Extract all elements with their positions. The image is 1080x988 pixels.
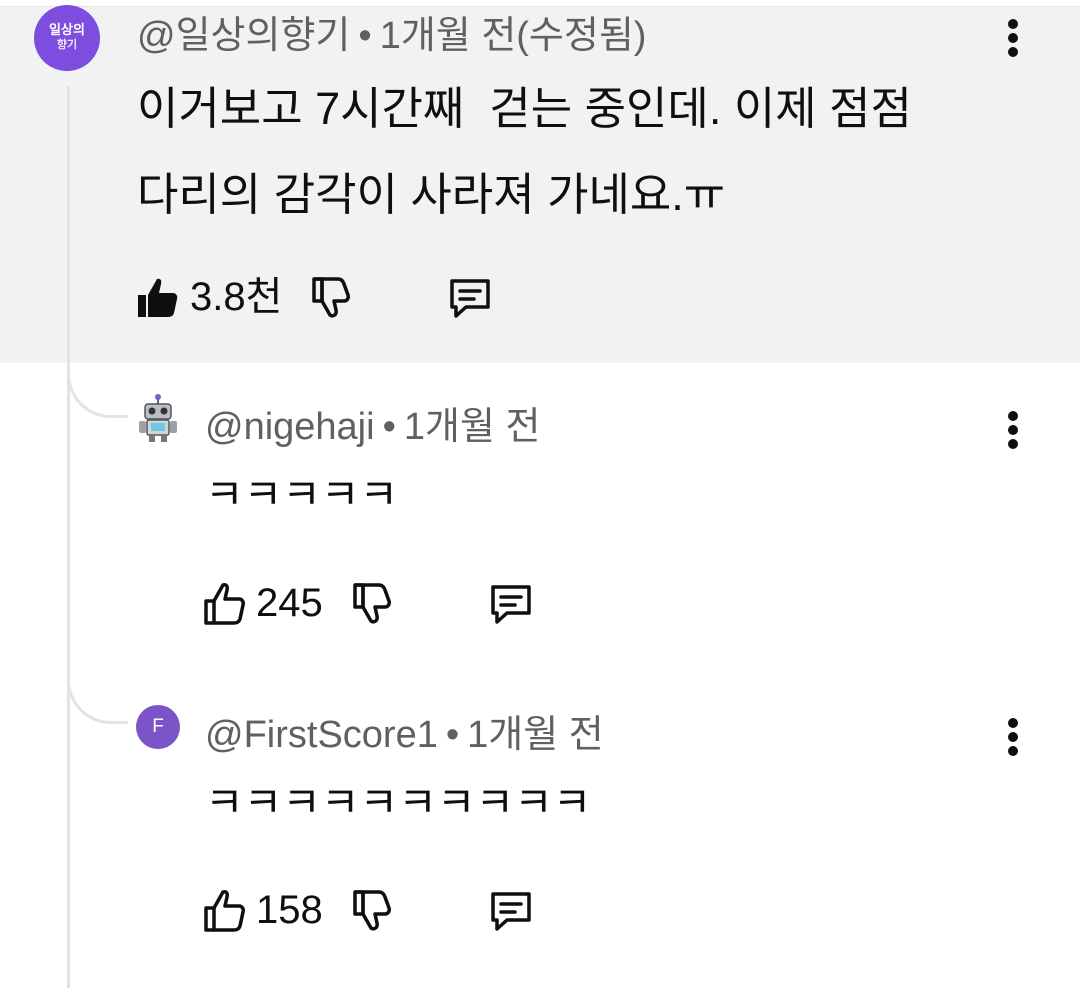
more-menu-button[interactable] <box>993 404 1033 456</box>
avatar-text: 일상의 <box>49 23 85 38</box>
thumbs-up-icon[interactable] <box>134 273 182 321</box>
comment-author[interactable]: @일상의향기 <box>137 15 350 57</box>
meta-separator: • <box>445 714 460 756</box>
reply-icon[interactable] <box>487 886 535 934</box>
robot-avatar-icon <box>139 394 177 442</box>
more-vert-icon <box>1008 19 1018 57</box>
like-count: 3.8천 <box>190 275 283 319</box>
comment-actions: 3.8천 <box>134 271 494 323</box>
reply-time: 1개월 전 <box>467 714 604 756</box>
reply-actions: 158 <box>200 884 535 936</box>
comment-meta: @일상의향기 • 1개월 전(수정됨) <box>137 14 646 58</box>
meta-separator: • <box>358 15 372 57</box>
reply-icon[interactable] <box>446 273 494 321</box>
reply-text: ㅋㅋㅋㅋㅋ <box>205 471 399 518</box>
like-count: 245 <box>256 581 323 625</box>
reply-icon[interactable] <box>487 579 535 627</box>
reply-branch-line <box>67 677 128 724</box>
comment-text: 이거보고 7시간째 걷는 중인데. 이제 점점 다리의 감각이 사라져 가네요.… <box>137 83 912 220</box>
thumbs-down-icon[interactable] <box>349 886 397 934</box>
avatar[interactable]: F <box>136 705 180 749</box>
reply-actions: 245 <box>200 577 535 629</box>
like-count: 158 <box>256 888 323 932</box>
more-vert-icon <box>1008 411 1018 449</box>
thread-line <box>67 86 70 988</box>
more-vert-icon <box>1008 718 1018 756</box>
reply-author[interactable]: @nigehaji <box>205 406 375 448</box>
thumbs-up-icon[interactable] <box>200 886 248 934</box>
thumbs-down-icon[interactable] <box>349 579 397 627</box>
avatar[interactable] <box>136 394 180 442</box>
comment-thread: 일상의 향기 @일상의향기 • 1개월 전(수정됨) 이거보고 7시간째 걷는 중인… <box>0 0 1080 988</box>
reply-text: ㅋㅋㅋㅋㅋㅋㅋㅋㅋㅋ <box>205 779 592 826</box>
meta-separator: • <box>382 406 396 448</box>
comment-time: 1개월 전(수정됨) <box>379 15 647 57</box>
more-menu-button[interactable] <box>993 12 1033 64</box>
avatar[interactable]: 일상의 향기 <box>34 5 100 71</box>
more-menu-button[interactable] <box>993 711 1033 763</box>
top-divider <box>0 0 1080 7</box>
reply-meta: @FirstScore1 • 1개월 전 <box>205 713 604 757</box>
reply-author[interactable]: @FirstScore1 <box>205 714 438 756</box>
reply-time: 1개월 전 <box>403 406 541 448</box>
reply-meta: @nigehaji • 1개월 전 <box>205 405 540 449</box>
thumbs-down-icon[interactable] <box>308 273 356 321</box>
thumbs-up-icon[interactable] <box>200 579 248 627</box>
avatar-text: 향기 <box>56 38 78 51</box>
reply-branch-line <box>67 371 128 418</box>
